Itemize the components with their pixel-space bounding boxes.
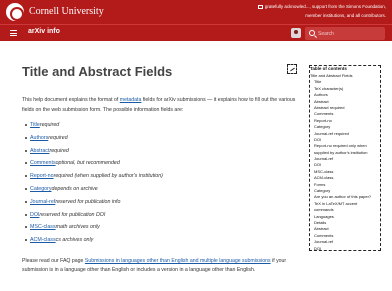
field-name-link[interactable]: DOI bbox=[30, 212, 39, 218]
field-list: Titlerequired Authorsrequired Abstractrequ… bbox=[25, 117, 290, 245]
search-box[interactable] bbox=[305, 27, 385, 40]
faq-text-start: Please read our FAQ page bbox=[22, 258, 85, 264]
field-description: cs archives only bbox=[55, 237, 94, 244]
field-list-item: Categorydepends on archive bbox=[25, 181, 290, 194]
field-list-item: Abstractrequired bbox=[25, 143, 290, 156]
field-list-item: Report-norequired (when supplied by auth… bbox=[25, 168, 290, 181]
field-name-link[interactable]: Category bbox=[30, 186, 52, 192]
field-name-link[interactable]: Title bbox=[30, 122, 40, 128]
field-description: optional, but recommended bbox=[55, 160, 120, 167]
field-description: required (when supplied by author's inst… bbox=[53, 173, 163, 180]
field-list-item: Journal-refreserved for publication info bbox=[25, 194, 290, 207]
field-name-link[interactable]: Journal-ref bbox=[30, 199, 55, 205]
field-name-link[interactable]: Authors bbox=[30, 135, 48, 141]
field-description: required bbox=[49, 147, 69, 154]
acknowledgment-text: gratefully acknowled..., support from th… bbox=[216, 2, 386, 20]
field-list-item: Commentsoptional, but recommended bbox=[25, 155, 290, 168]
field-description: math archives only bbox=[55, 224, 100, 231]
user-account-icon[interactable] bbox=[291, 28, 301, 38]
toc-item[interactable]: DOI bbox=[310, 246, 380, 252]
field-description: reserved for publication info bbox=[55, 198, 121, 205]
field-description: required bbox=[48, 134, 68, 141]
field-list-item: DOIreserved for publication DOI bbox=[25, 207, 290, 220]
toc-item[interactable]: Are you an author of this paper? bbox=[310, 194, 380, 200]
field-description: reserved for publication DOI bbox=[39, 211, 106, 218]
intro-text-start: This help document explains the format o… bbox=[22, 97, 120, 103]
toc-list: Title and Abstract Fields Title TeX charac… bbox=[310, 73, 380, 252]
table-of-contents: Table of contents Title and Abstract Fie… bbox=[309, 65, 381, 251]
site-navbar: arXiv info bbox=[0, 24, 392, 41]
field-list-item: Authorsrequired bbox=[25, 130, 290, 143]
faq-languages-link[interactable]: Submissions in languages other than Engl… bbox=[85, 258, 271, 264]
university-name[interactable]: Cornell University bbox=[29, 6, 104, 17]
search-input[interactable] bbox=[318, 28, 382, 39]
field-description: depends on archive bbox=[51, 185, 98, 192]
field-name-link[interactable]: Comments bbox=[30, 160, 56, 166]
field-list-item: ACM-classcs archives only bbox=[25, 232, 290, 245]
hamburger-menu-icon[interactable] bbox=[10, 30, 17, 36]
faq-paragraph: Please read our FAQ page Submissions in … bbox=[22, 257, 302, 275]
intro-paragraph: This help document explains the format o… bbox=[22, 95, 298, 115]
site-title[interactable]: arXiv info bbox=[28, 28, 60, 35]
toc-title: Table of contents bbox=[310, 66, 347, 71]
field-name-link[interactable]: ACM-class bbox=[30, 237, 56, 243]
field-name-link[interactable]: Abstract bbox=[30, 148, 49, 154]
acknowledgment-icon bbox=[257, 4, 263, 9]
field-list-item: Titlerequired bbox=[25, 117, 290, 130]
field-description: required bbox=[39, 122, 60, 128]
acknowledgment-line2: member institutions, and all contributor… bbox=[305, 13, 386, 18]
page-title: Title and Abstract Fields bbox=[22, 64, 173, 79]
search-icon[interactable] bbox=[309, 30, 315, 36]
top-banner: Cornell University gratefully acknowled.… bbox=[0, 0, 392, 24]
cornell-seal-icon[interactable] bbox=[6, 3, 24, 21]
field-name-link[interactable]: Report-no bbox=[30, 173, 54, 179]
toc-collapse-toggle[interactable] bbox=[287, 64, 297, 74]
acknowledgment-line1: gratefully acknowled..., support from th… bbox=[264, 4, 386, 9]
metadata-link[interactable]: metadata bbox=[120, 97, 142, 103]
field-list-item: MSC-classmath archives only bbox=[25, 219, 290, 232]
field-name-link[interactable]: MSC-class bbox=[30, 224, 56, 230]
